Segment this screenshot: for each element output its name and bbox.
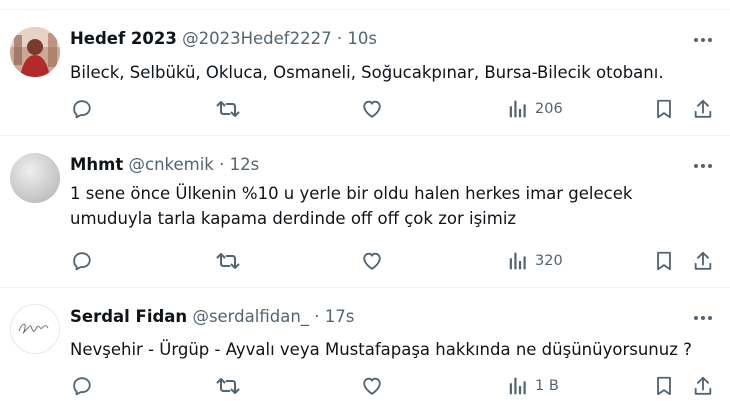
tweet-text-line: Nevşehir - Ürgüp - Ayvalı veya Mustafapa… bbox=[70, 340, 692, 359]
avatar[interactable] bbox=[10, 27, 60, 77]
tweet-text-line: umuduyla tarla kapama derdinde off off ç… bbox=[70, 209, 517, 228]
share-icon bbox=[694, 251, 712, 270]
bookmark-icon bbox=[657, 251, 671, 271]
retweet-icon bbox=[216, 253, 240, 269]
views-count: 320 bbox=[535, 253, 563, 269]
share-button[interactable] bbox=[692, 373, 714, 399]
tweet[interactable]: Mhmt @cnkemik · 12s 1 sene önce Ülkenin … bbox=[0, 136, 730, 288]
retweet-icon bbox=[216, 101, 240, 117]
more-icon[interactable] bbox=[692, 308, 714, 328]
views-button[interactable]: 320 bbox=[507, 248, 563, 274]
like-icon bbox=[363, 252, 381, 270]
more-icon[interactable] bbox=[692, 156, 714, 176]
tweet-text: Nevşehir - Ürgüp - Ayvalı veya Mustafapa… bbox=[70, 337, 710, 362]
reply-button[interactable] bbox=[71, 373, 93, 399]
signature-avatar-image bbox=[11, 305, 59, 353]
display-name[interactable]: Hedef 2023 bbox=[70, 29, 177, 48]
like-icon bbox=[363, 377, 381, 395]
reply-button[interactable] bbox=[71, 96, 93, 122]
tweet-text-line: 1 sene önce Ülkenin %10 u yerle bir oldu… bbox=[70, 184, 633, 203]
action-bar: 320 bbox=[0, 248, 730, 274]
action-bar: 206 bbox=[0, 96, 730, 122]
bookmark-button[interactable] bbox=[653, 96, 675, 122]
display-name[interactable]: Serdal Fidan bbox=[70, 307, 187, 326]
views-button[interactable]: 206 bbox=[507, 96, 563, 122]
separator: · bbox=[336, 29, 343, 48]
timestamp[interactable]: 17s bbox=[325, 307, 355, 326]
more-icon[interactable] bbox=[692, 30, 714, 50]
retweet-button[interactable] bbox=[216, 373, 240, 399]
timestamp[interactable]: 12s bbox=[230, 155, 260, 174]
default-grey-avatar-image bbox=[10, 153, 60, 203]
separator: · bbox=[314, 307, 320, 326]
tweet-text: Bileck, Selbükü, Okluca, Osmaneli, Soğuc… bbox=[70, 60, 710, 85]
views-button[interactable]: 1 B bbox=[507, 373, 559, 399]
retweet-icon bbox=[216, 378, 240, 394]
views-count: 206 bbox=[535, 101, 563, 117]
handle[interactable]: @cnkemik bbox=[129, 155, 214, 174]
like-button[interactable] bbox=[361, 96, 383, 122]
reply-icon bbox=[73, 252, 91, 271]
like-button[interactable] bbox=[361, 248, 383, 274]
retweet-button[interactable] bbox=[216, 96, 240, 122]
separator: · bbox=[219, 155, 225, 174]
avatar[interactable] bbox=[10, 304, 60, 354]
handle[interactable]: @serdalfidan_ bbox=[192, 307, 309, 326]
avatar[interactable] bbox=[10, 153, 60, 203]
tweet-header: Hedef 2023 @2023Hedef2227 · 10s bbox=[70, 29, 377, 49]
tweet-header: Mhmt @cnkemik · 12s bbox=[70, 155, 259, 175]
bookmark-button[interactable] bbox=[653, 373, 675, 399]
reply-button[interactable] bbox=[71, 248, 93, 274]
tweet[interactable]: Serdal Fidan @serdalfidan_ · 17s Nevşehi… bbox=[0, 288, 730, 420]
retweet-button[interactable] bbox=[216, 248, 240, 274]
bookmark-icon bbox=[657, 376, 671, 396]
share-icon bbox=[694, 376, 712, 395]
like-button[interactable] bbox=[361, 373, 383, 399]
tweet[interactable]: Hedef 2023 @2023Hedef2227 · 10s Bileck, … bbox=[0, 0, 730, 136]
like-icon bbox=[363, 100, 381, 118]
views-icon bbox=[509, 100, 526, 118]
photo-avatar-image bbox=[10, 27, 60, 77]
share-icon bbox=[694, 99, 712, 118]
reply-icon bbox=[73, 377, 91, 396]
action-bar: 1 B bbox=[0, 373, 730, 399]
bookmark-icon bbox=[657, 99, 671, 119]
bookmark-button[interactable] bbox=[653, 248, 675, 274]
tweet-header: Serdal Fidan @serdalfidan_ · 17s bbox=[70, 307, 354, 327]
views-icon bbox=[509, 377, 526, 395]
tweet-text: 1 sene önce Ülkenin %10 u yerle bir oldu… bbox=[70, 181, 710, 231]
handle[interactable]: @2023Hedef2227 bbox=[182, 29, 331, 48]
reply-icon bbox=[73, 100, 91, 119]
share-button[interactable] bbox=[692, 248, 714, 274]
views-icon bbox=[509, 252, 526, 270]
tweet-text-line: Bileck, Selbükü, Okluca, Osmaneli, Soğuc… bbox=[70, 63, 664, 82]
timestamp[interactable]: 10s bbox=[347, 29, 377, 48]
display-name[interactable]: Mhmt bbox=[70, 155, 123, 174]
views-count: 1 B bbox=[535, 378, 559, 394]
share-button[interactable] bbox=[692, 96, 714, 122]
